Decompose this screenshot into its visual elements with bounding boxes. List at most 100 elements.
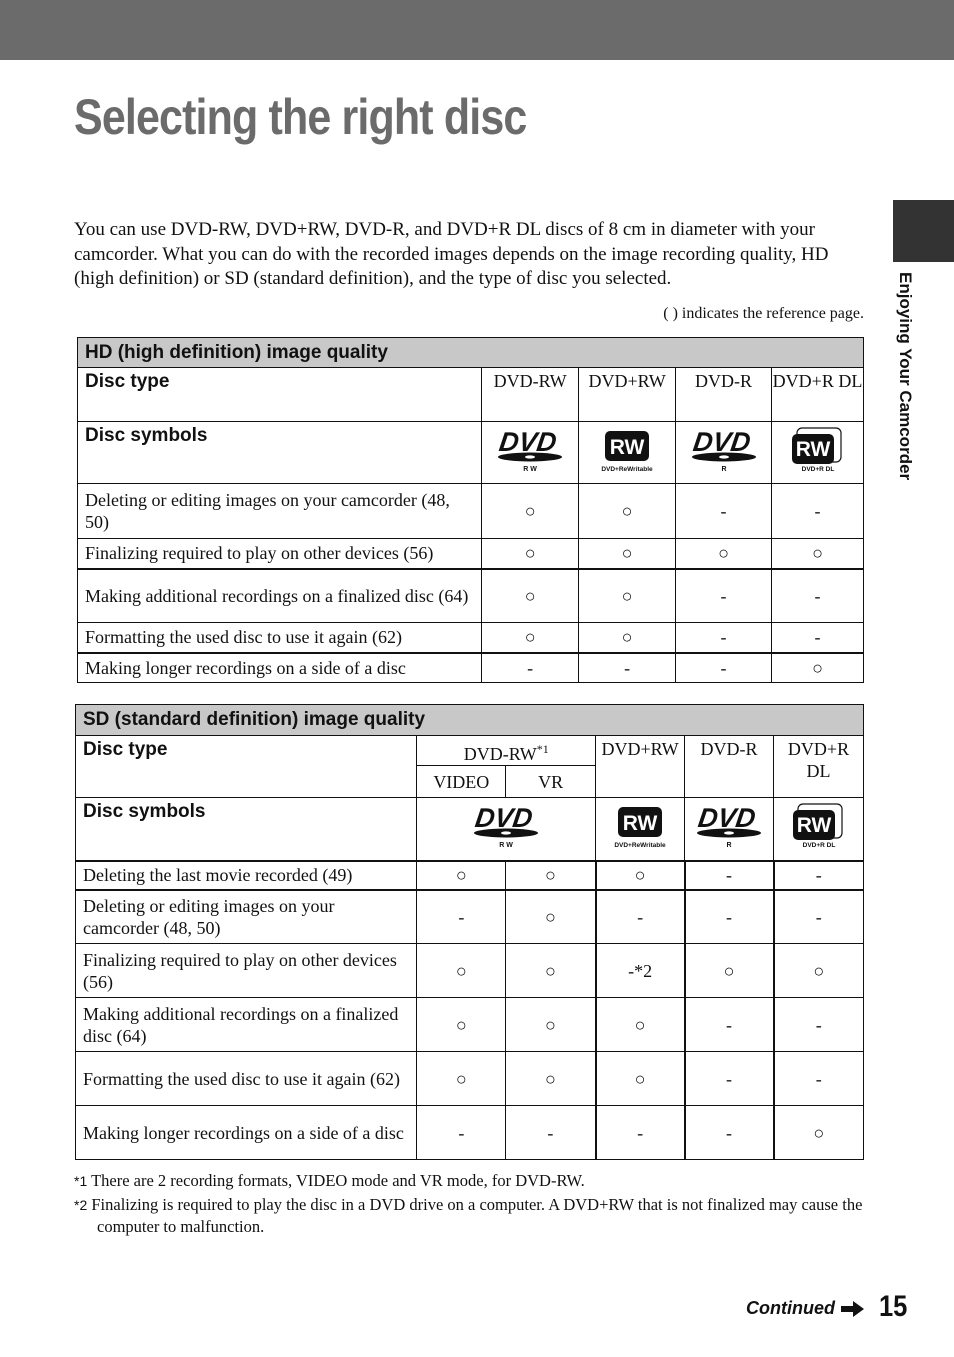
- availability-mark: -: [683, 1051, 775, 1106]
- availability-mark: -: [772, 859, 864, 890]
- disc-symbol-cell: RW DVD+R DL: [773, 797, 864, 861]
- availability-mark: ○: [481, 622, 580, 653]
- availability-mark: ○: [578, 483, 677, 539]
- availability-mark: -: [771, 622, 864, 653]
- table-row: Finalizing required to play on other dev…: [74, 943, 864, 998]
- table-row: Disc symbols DVD R W RW DVD+ReWritable DVD R RW…: [76, 421, 864, 484]
- footnote-text: Finalizing is required to play the disc …: [91, 1195, 863, 1236]
- row-label: Deleting or editing images on your camco…: [74, 888, 418, 944]
- availability-mark: ○: [594, 1051, 686, 1106]
- availability-mark: ○: [505, 888, 597, 944]
- page-title: Selecting the right disc: [74, 89, 527, 145]
- availability-mark: ○: [416, 997, 507, 1052]
- svg-text:DVD+ReWritable: DVD+ReWritable: [601, 466, 653, 473]
- disc-symbol-cell: RW DVD+ReWritable: [578, 421, 677, 484]
- availability-mark: ○: [578, 622, 677, 653]
- availability-mark: ○: [416, 1051, 507, 1106]
- dvd-logo: DVD R: [676, 426, 771, 478]
- svg-text:DVD: DVD: [691, 427, 752, 457]
- table-row: Deleting or editing images on your camco…: [76, 483, 864, 539]
- svg-text:DVD: DVD: [497, 427, 558, 457]
- svg-text:DVD: DVD: [696, 803, 757, 833]
- availability-mark: -: [683, 859, 775, 890]
- svg-text:RW: RW: [623, 812, 658, 835]
- availability-mark: -: [675, 483, 773, 539]
- svg-text:DVD: DVD: [474, 803, 535, 833]
- availability-mark: -: [578, 651, 677, 683]
- column-header: DVD+R DL: [773, 735, 864, 798]
- column-header: DVD-RW: [481, 367, 580, 422]
- table-row: Making additional recordings on a finali…: [74, 997, 864, 1052]
- availability-mark: ○: [481, 483, 580, 539]
- svg-text:R W: R W: [499, 842, 513, 849]
- svg-text:DVD+R DL: DVD+R DL: [801, 466, 834, 473]
- column-header: DVD-R: [675, 367, 773, 422]
- availability-mark: -: [505, 1105, 597, 1160]
- column-header: DVD-R: [684, 735, 775, 798]
- table-row: Disc type DVD-RW*1 DVD+RW DVD-R DVD+R DL: [74, 735, 864, 798]
- availability-mark: ○: [505, 1051, 597, 1106]
- dvd-logo: DVD R W: [482, 426, 578, 478]
- column-header: DVD+RW: [578, 367, 677, 422]
- table-row: SD (standard definition) image quality: [75, 704, 864, 736]
- table-row: HD (high definition) image quality: [77, 337, 864, 368]
- svg-text:RW: RW: [796, 814, 831, 837]
- sd-table: SD (standard definition) image quality Di…: [74, 704, 864, 1160]
- table-row: Disc symbols DVD R W RW DVD+ReWritable DVD R RW…: [74, 797, 864, 861]
- footnote-1: *1 There are 2 recording formats, VIDEO …: [74, 1170, 585, 1192]
- disc-symbol-cell: DVD R: [684, 797, 775, 861]
- top-bar: [0, 0, 954, 60]
- column-header: DVD+R DL: [771, 367, 864, 422]
- table-row: Disc type DVD-RW DVD+RW DVD-R DVD+R DL: [76, 367, 864, 422]
- availability-mark: -: [772, 997, 864, 1052]
- availability-mark: -: [594, 888, 686, 944]
- availability-mark: -: [683, 888, 775, 944]
- row-label: Formatting the used disc to use it again…: [74, 1051, 418, 1106]
- disc-symbols-label: Disc symbols: [74, 797, 418, 861]
- availability-mark: ○: [772, 1105, 864, 1160]
- availability-mark: ○: [594, 859, 686, 890]
- disc-symbols-label: Disc symbols: [76, 421, 483, 484]
- availability-mark: ○: [771, 538, 864, 569]
- availability-mark: -: [675, 622, 773, 653]
- footnote-text: There are 2 recording formats, VIDEO mod…: [91, 1171, 585, 1190]
- disc-symbol-cell: DVD R: [675, 421, 773, 484]
- row-label: Making additional recordings on a finali…: [74, 997, 418, 1052]
- footnote-2: *2 Finalizing is required to play the di…: [74, 1194, 864, 1238]
- row-label: Finalizing required to play on other dev…: [74, 943, 418, 998]
- svg-text:RW: RW: [795, 438, 830, 461]
- availability-mark: -: [772, 1051, 864, 1106]
- availability-mark: -: [416, 888, 507, 944]
- table-row: Deleting the last movie recorded (49) ○ ○ ○…: [74, 859, 864, 890]
- availability-mark: ○: [505, 859, 597, 890]
- disc-symbol-cell: RW DVD+R DL: [771, 421, 864, 484]
- page-number: 15: [879, 1290, 908, 1323]
- svg-text:DVD+R DL: DVD+R DL: [802, 842, 835, 849]
- rw-logo: RW DVD+ReWritable: [579, 426, 675, 479]
- row-label: Making longer recordings on a side of a …: [76, 651, 483, 683]
- arrow-right-icon: [841, 1301, 864, 1317]
- availability-mark: -: [772, 888, 864, 944]
- availability-mark: -: [683, 997, 775, 1052]
- intro-paragraph: You can use DVD-RW, DVD+RW, DVD-R, and D…: [74, 219, 829, 289]
- hd-table: HD (high definition) image quality Disc t…: [76, 337, 864, 683]
- rw-logo: RW DVD+ReWritable: [596, 802, 684, 855]
- availability-mark: ○: [416, 859, 507, 890]
- availability-mark: ○: [416, 943, 507, 998]
- sub-column-header: VIDEO: [416, 765, 507, 798]
- row-label: Formatting the used disc to use it again…: [76, 622, 483, 653]
- availability-mark: ○: [481, 538, 580, 569]
- rw-dl-logo: RW DVD+R DL: [772, 426, 863, 479]
- disc-symbol-cell: RW DVD+ReWritable: [595, 797, 686, 861]
- row-label: Making additional recordings on a finali…: [76, 567, 483, 623]
- availability-mark: -: [771, 483, 864, 539]
- side-tab-label: Enjoying Your Camcorder: [896, 272, 915, 481]
- disc-symbol-cell: DVD R W: [416, 797, 597, 861]
- footnote-mark: *1: [74, 1173, 88, 1189]
- disc-symbol-cell: DVD R W: [481, 421, 580, 484]
- disc-type-label: Disc type: [74, 735, 418, 798]
- availability-mark: -: [675, 567, 773, 623]
- row-label: Making longer recordings on a side of a …: [74, 1105, 418, 1160]
- availability-mark: ○: [675, 538, 773, 569]
- svg-text:R: R: [721, 466, 726, 473]
